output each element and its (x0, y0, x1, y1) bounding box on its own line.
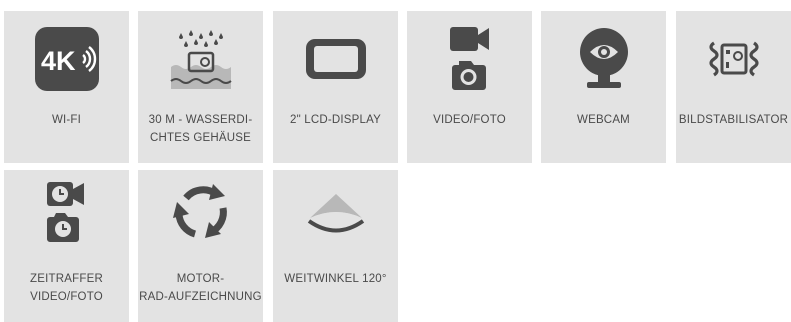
video-photo-icon (407, 25, 532, 93)
feature-label: VIDEO/FOTO (433, 114, 506, 126)
feature-tile-wifi: 4K WI-FI (4, 11, 129, 163)
feature-label: WEBCAM (577, 114, 630, 126)
feature-label: WEITWINKEL 120° (284, 273, 387, 285)
image-stabilizer-icon (676, 25, 791, 93)
waterproof-housing-icon (138, 25, 263, 93)
timelapse-icon (4, 178, 129, 246)
feature-tile-timelapse: ZEITRAFFER VIDEO/FOTO (4, 170, 129, 322)
loop-recording-icon (138, 178, 263, 246)
feature-tile-waterproof: 30 M - WASSERDI- CHTES GEHÄUSE (138, 11, 263, 163)
feature-tile-wide-angle: WEITWINKEL 120° (273, 170, 398, 322)
webcam-icon (541, 25, 666, 93)
feature-label: 30 M - WASSERDI- CHTES GEHÄUSE (148, 114, 253, 144)
feature-label: WI-FI (51, 114, 82, 126)
feature-tile-video-photo: VIDEO/FOTO (407, 11, 532, 163)
feature-tile-lcd: 2" LCD-DISPLAY (273, 11, 398, 163)
4k-wifi-icon: 4K (4, 25, 129, 93)
feature-label: ZEITRAFFER VIDEO/FOTO (30, 273, 103, 303)
wide-angle-icon (273, 178, 398, 246)
lcd-display-icon (273, 25, 398, 93)
feature-tile-loop-recording: MOTOR- RAD-AUFZEICHNUNG (138, 170, 263, 322)
feature-tile-stabilizer: BILDSTABILISATOR (676, 11, 791, 163)
feature-label: MOTOR- RAD-AUFZEICHNUNG (139, 273, 262, 303)
svg-text:4K: 4K (41, 46, 76, 76)
feature-label: BILDSTABILISATOR (678, 114, 789, 126)
feature-tile-webcam: WEBCAM (541, 11, 666, 163)
feature-label: 2" LCD-DISPLAY (289, 114, 382, 126)
